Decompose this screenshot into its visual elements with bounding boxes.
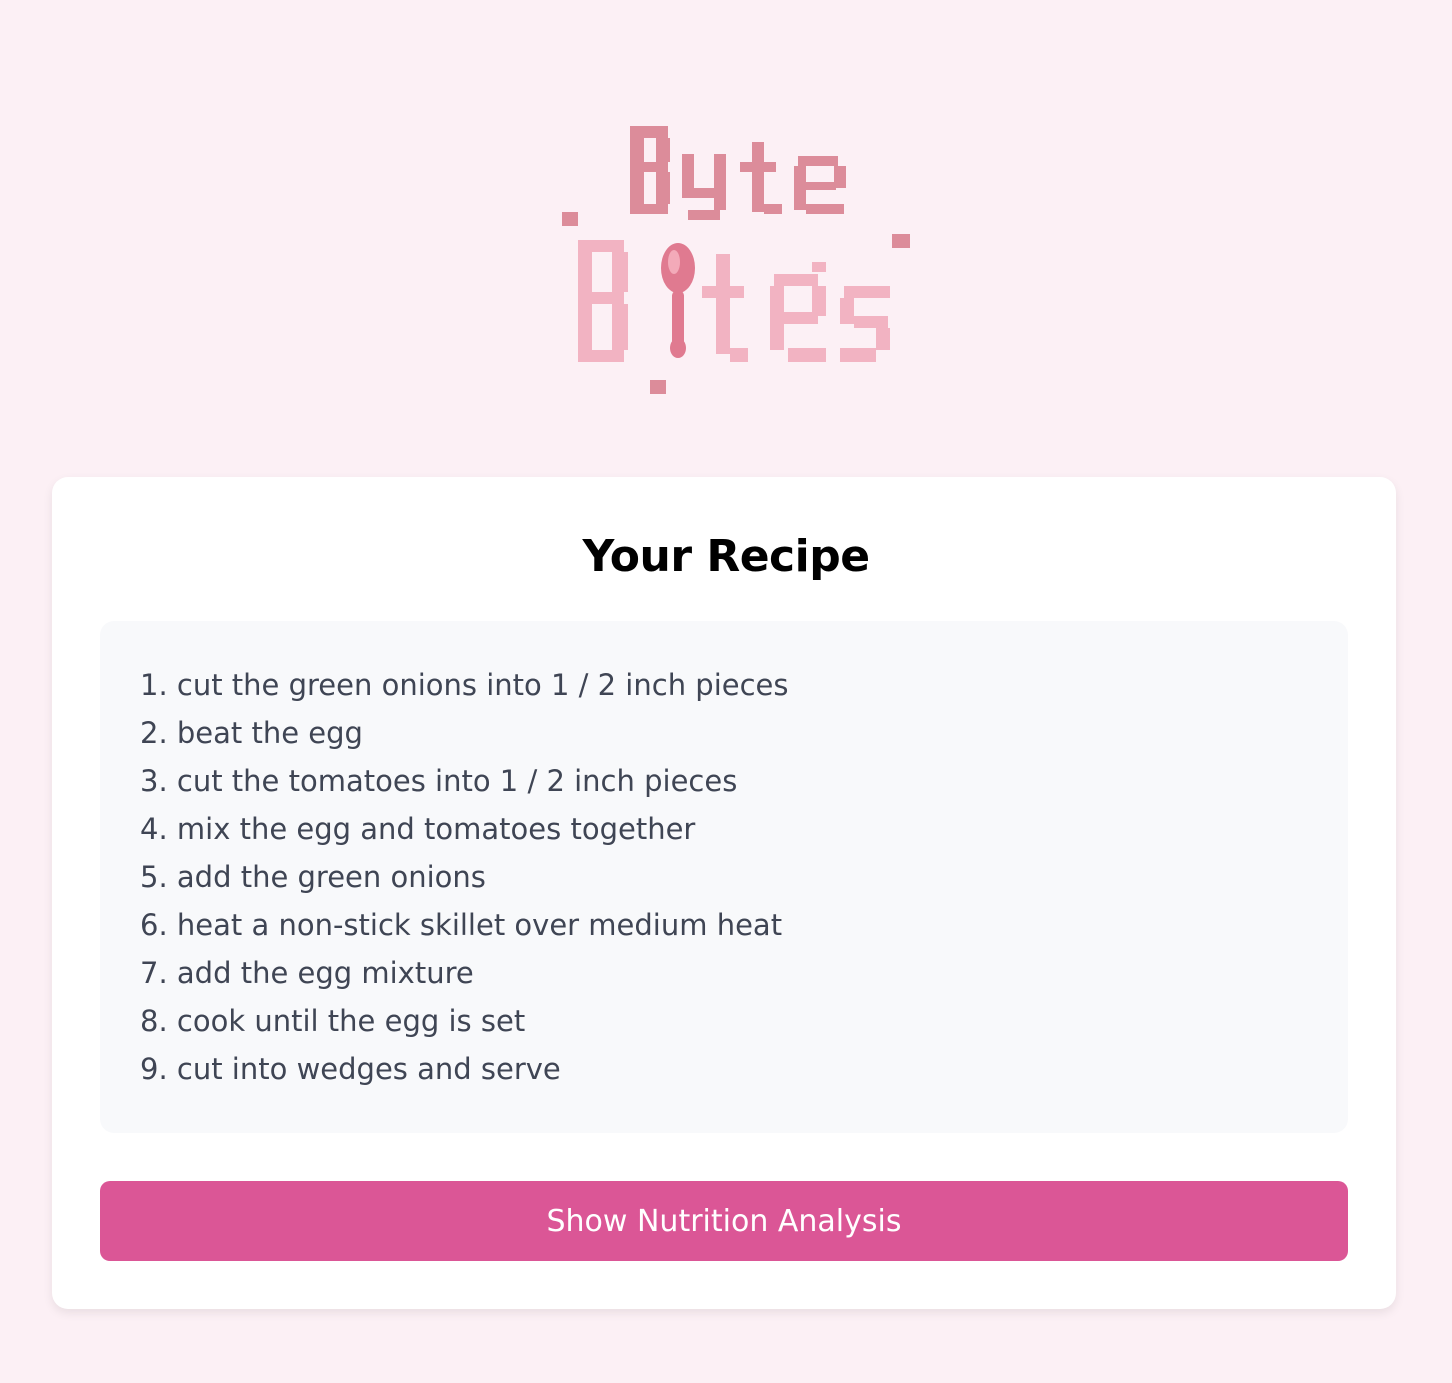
recipe-step: 1. cut the green onions into 1 / 2 inch … — [140, 668, 789, 702]
recipe-step: 3. cut the tomatoes into 1 / 2 inch piec… — [140, 764, 738, 798]
recipe-step: 9. cut into wedges and serve — [140, 1052, 561, 1086]
recipe-step: 6. heat a non-stick skillet over medium … — [140, 908, 783, 942]
recipe-step: 2. beat the egg — [140, 716, 363, 750]
recipe-steps-list: 1. cut the green onions into 1 / 2 inch … — [140, 661, 789, 1093]
recipe-title: Your Recipe — [582, 531, 870, 582]
recipe-step: 4. mix the egg and tomatoes together — [140, 812, 696, 846]
show-nutrition-analysis-button[interactable]: Show Nutrition Analysis — [100, 1181, 1348, 1261]
recipe-step: 5. add the green onions — [140, 860, 486, 894]
byte-bites-logo — [556, 116, 916, 406]
recipe-step: 8. cook until the egg is set — [140, 1004, 526, 1038]
pixel-spoon-logo-icon — [562, 126, 910, 394]
recipe-step: 7. add the egg mixture — [140, 956, 474, 990]
